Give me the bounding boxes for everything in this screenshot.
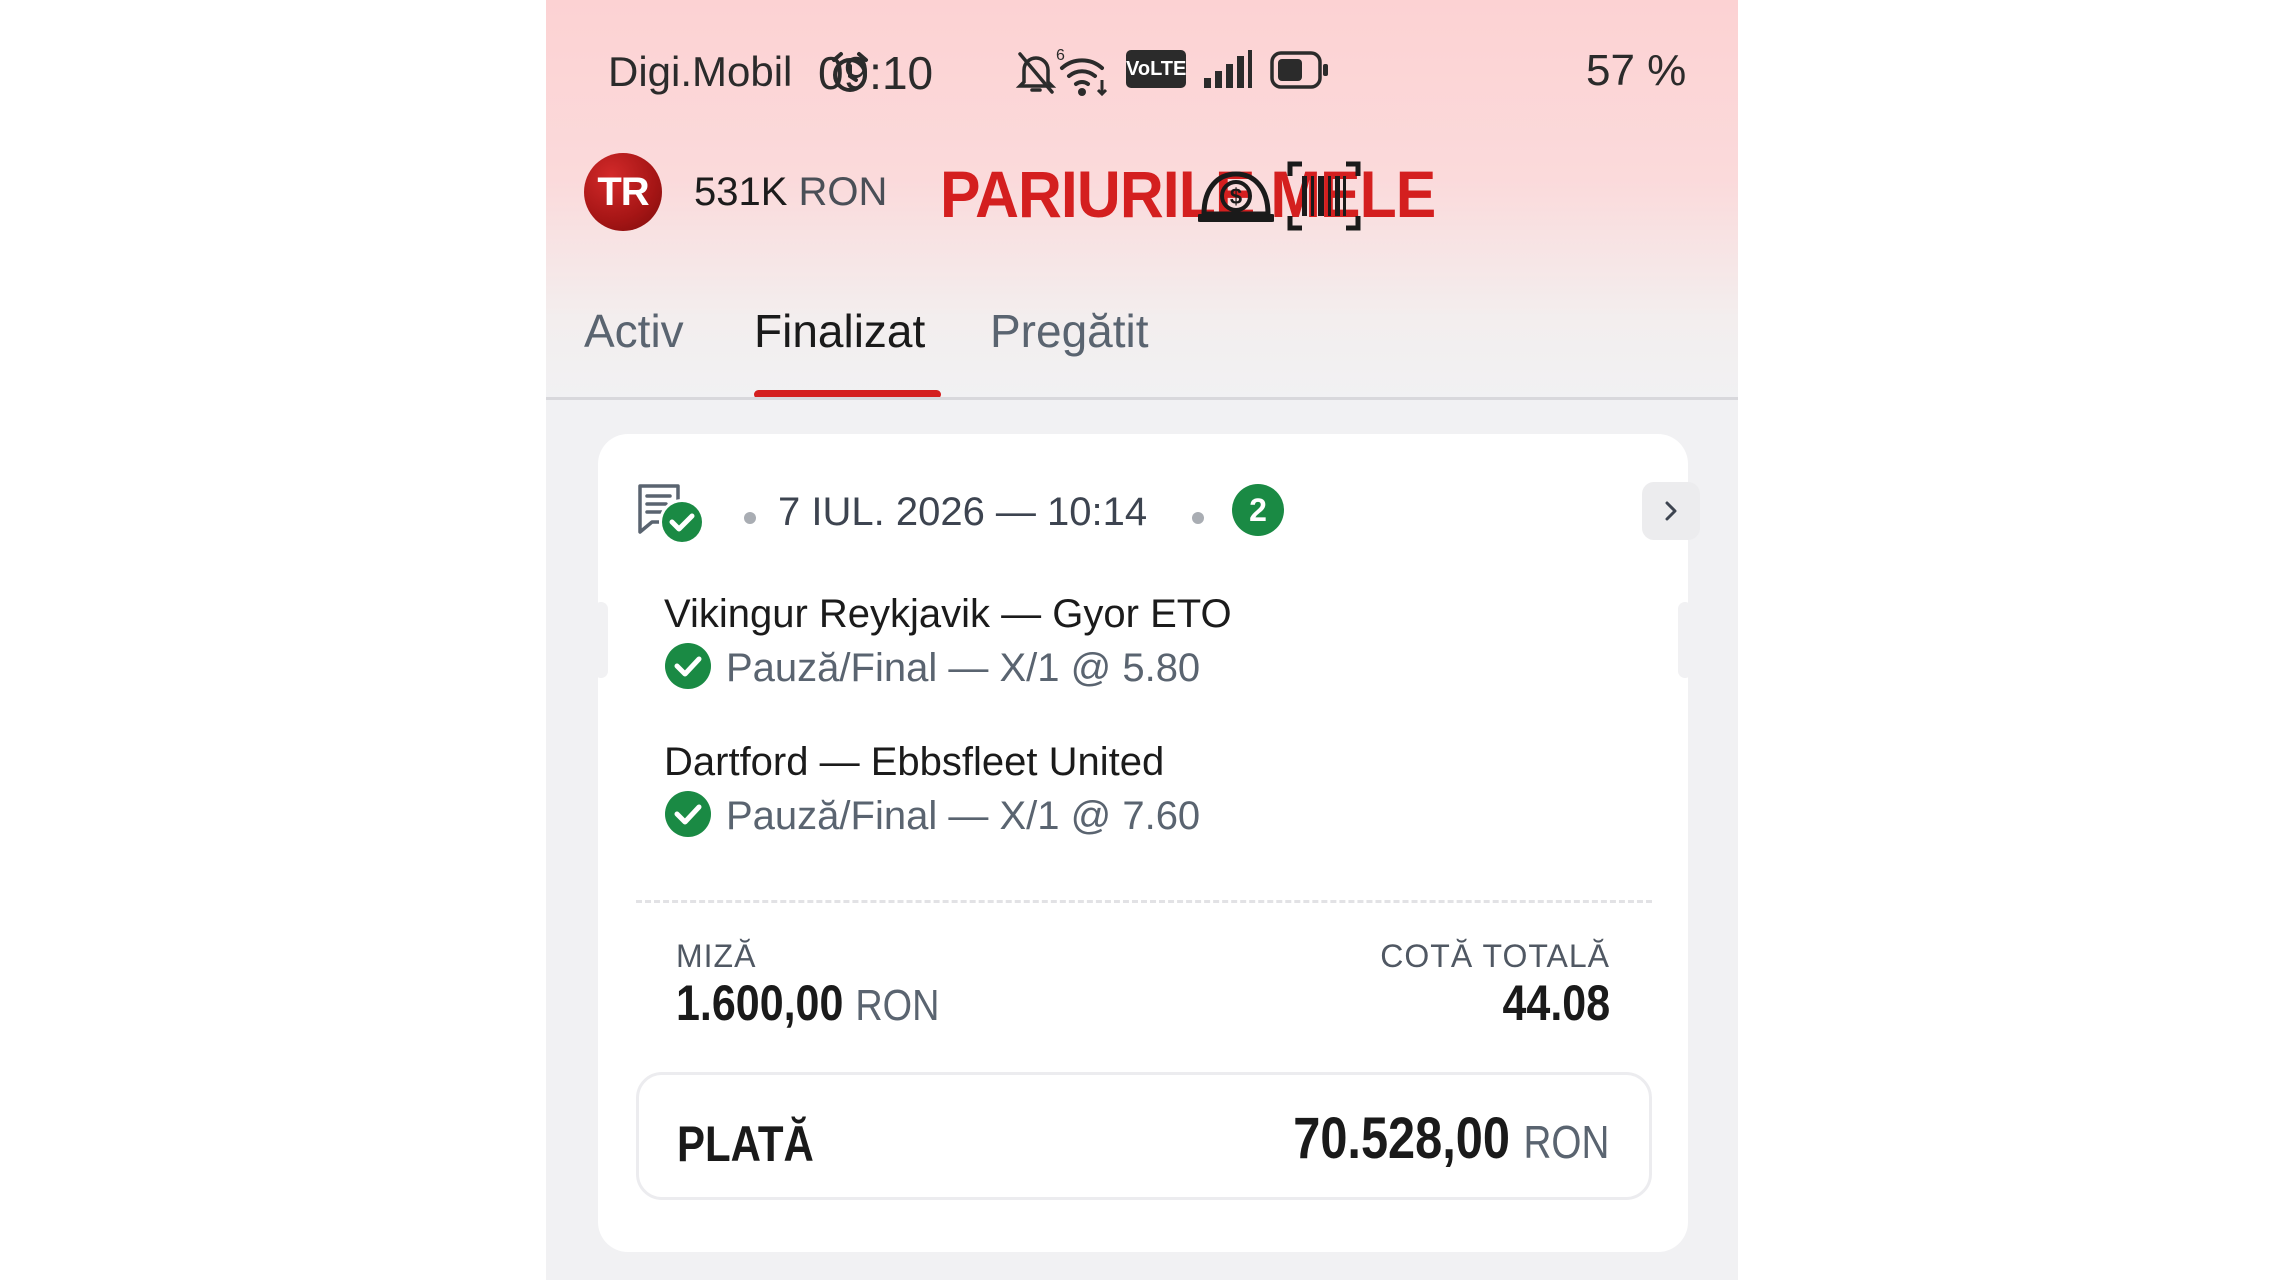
chevron-right-icon (1665, 501, 1677, 521)
stake-label: MIZĂ (676, 938, 757, 974)
balance-currency: RON (798, 170, 888, 214)
ticket-details-button[interactable] (1642, 482, 1700, 540)
phone-screen: Digi.Mobil 09:10 6 VoLTE 57 % TR 531K RO… (546, 0, 1738, 1280)
barcode-scan-icon[interactable] (1286, 158, 1362, 234)
payout-value: 70.528,00 (1292, 1106, 1510, 1171)
check-circle-icon (665, 791, 711, 838)
ticket-datetime: 7 IUL. 2026 — 10:14 (778, 490, 1148, 534)
event-match: Dartford — Ebbsfleet United (664, 740, 1165, 784)
signal-icon (1204, 50, 1252, 88)
event-match: Vikingur Reykjavik — Gyor ETO (664, 592, 1232, 636)
svg-text:6: 6 (1056, 47, 1065, 64)
event-market: Pauză/Final — X/1 @ 5.80 (726, 646, 1201, 690)
volte-badge: VoLTE (1126, 50, 1186, 88)
selections-count-badge: 2 (1232, 484, 1284, 536)
account-balance[interactable]: 531K RON (694, 170, 887, 215)
payout-amount: 70.528,00 RON (1293, 1105, 1609, 1172)
battery-percentage: 57 % (1586, 46, 1687, 95)
avatar[interactable]: TR (584, 153, 662, 231)
separator-dot (744, 512, 756, 524)
money-icon[interactable]: $ (1198, 158, 1274, 234)
alarm-clock-icon (832, 52, 868, 92)
event-market: Pauză/Final — X/1 @ 7.60 (726, 794, 1201, 838)
tab-divider (546, 397, 1738, 400)
payout-box: PLATĂ 70.528,00 RON (636, 1072, 1652, 1200)
balance-amount: 531K (694, 170, 788, 214)
stake-currency: RON (855, 981, 940, 1030)
tab-finalizat[interactable]: Finalizat (754, 304, 925, 358)
bet-ticket-card[interactable]: 7 IUL. 2026 — 10:14 2 Vikingur Reykjavik… (594, 434, 1700, 1252)
check-circle-icon (665, 643, 711, 690)
wifi-icon: 6 (1056, 47, 1108, 97)
ticket-notch-right (1678, 602, 1692, 678)
event-selection: Pauză/Final — X/1 @ 5.80 (664, 643, 1201, 694)
battery-icon (1270, 51, 1328, 89)
tab-pregatit[interactable]: Pregătit (990, 304, 1149, 358)
status-bar: Digi.Mobil 09:10 6 VoLTE 57 % (546, 40, 1738, 110)
dashed-divider (636, 900, 1652, 903)
separator-dot (1192, 512, 1204, 524)
event-selection: Pauză/Final — X/1 @ 7.60 (664, 791, 1201, 842)
total-odds-label: COTĂ TOTALĂ (1380, 938, 1610, 974)
carrier-name: Digi.Mobil (608, 48, 793, 95)
svg-text:$: $ (1230, 184, 1242, 209)
payout-label: PLATĂ (677, 1116, 814, 1172)
payout-currency: RON (1523, 1116, 1609, 1168)
tab-activ[interactable]: Activ (584, 304, 684, 358)
ticket-notch-left (594, 602, 608, 678)
stake-value: 1.600,00 (676, 975, 844, 1031)
ticket-won-icon (638, 484, 705, 545)
stake-amount: 1.600,00 RON (676, 974, 939, 1032)
total-odds-value: 44.08 (1502, 975, 1610, 1031)
